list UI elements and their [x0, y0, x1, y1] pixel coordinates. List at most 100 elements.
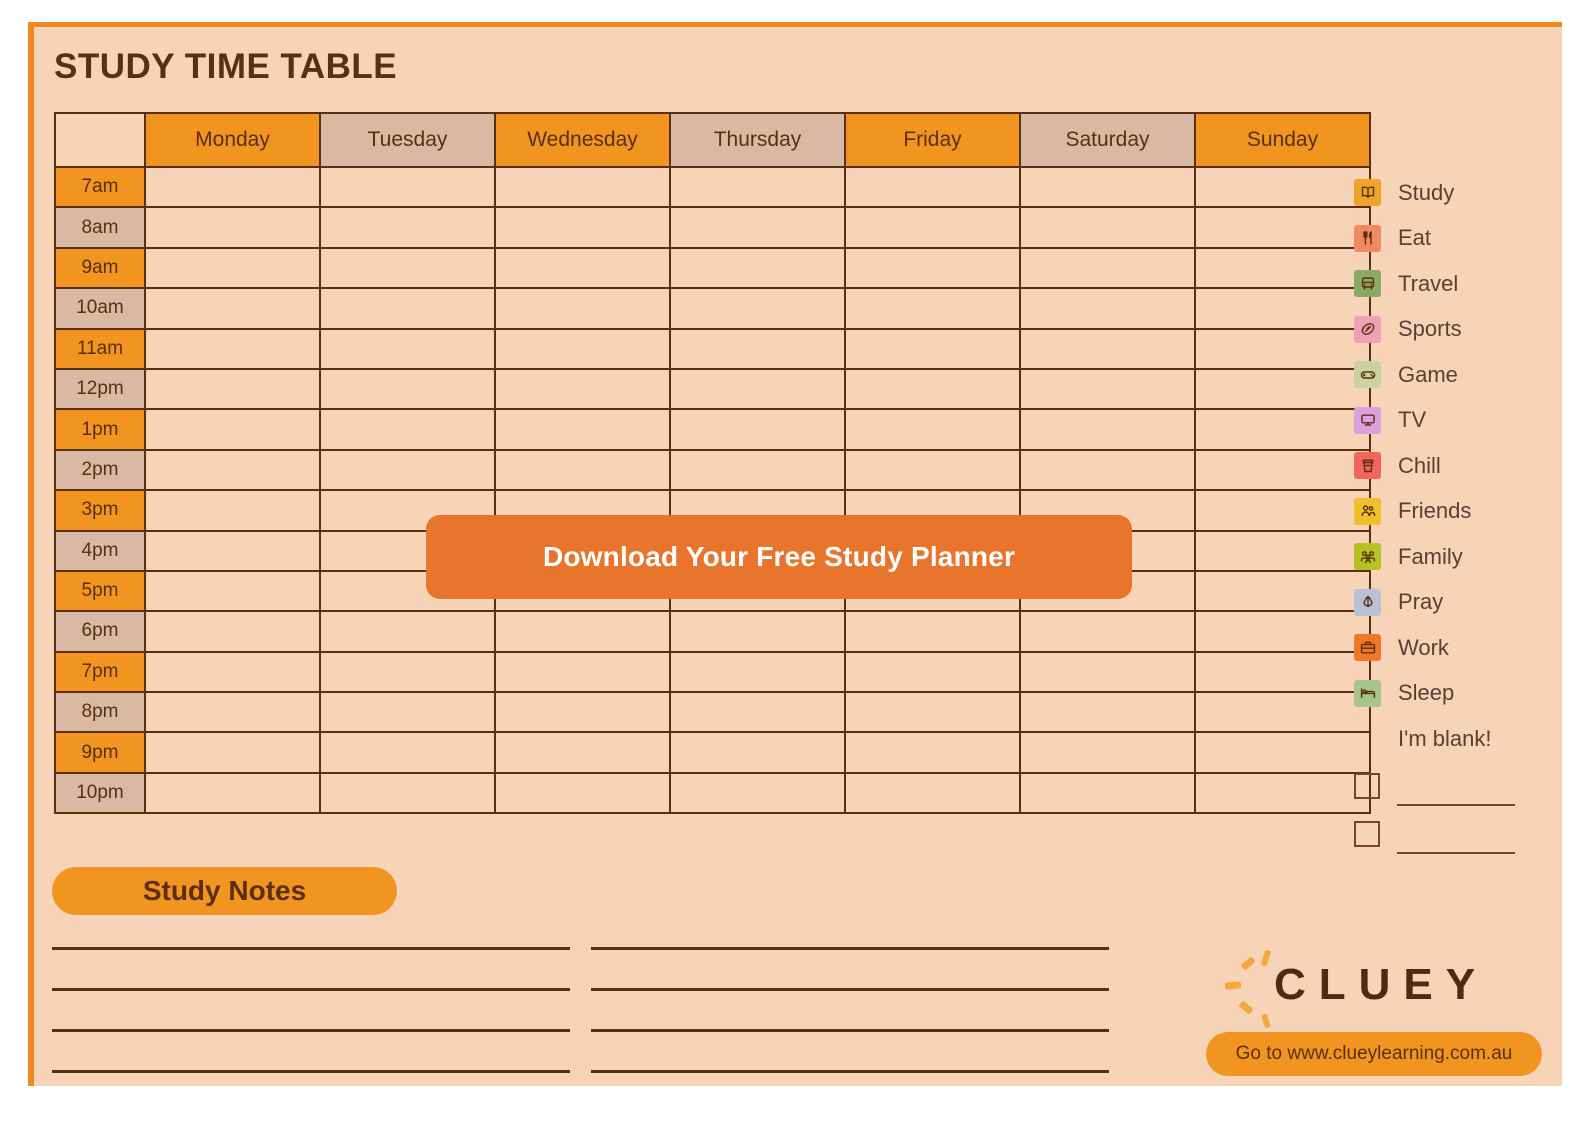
slot-cell-sunday-11am[interactable]	[1194, 327, 1371, 370]
slot-cell-monday-6pm[interactable]	[144, 610, 321, 653]
slot-cell-wednesday-6pm[interactable]	[494, 610, 671, 653]
slot-cell-monday-10pm[interactable]	[144, 771, 321, 815]
slot-cell-friday-12pm[interactable]	[844, 367, 1021, 411]
slot-cell-wednesday-9am[interactable]	[494, 246, 671, 290]
slot-cell-tuesday-9am[interactable]	[319, 246, 496, 290]
slot-cell-tuesday-2pm[interactable]	[319, 448, 496, 492]
slot-cell-saturday-1pm[interactable]	[1019, 408, 1196, 451]
slot-cell-wednesday-7am[interactable]	[494, 165, 671, 209]
slot-cell-monday-8am[interactable]	[144, 206, 321, 249]
slot-cell-saturday-7pm[interactable]	[1019, 650, 1196, 694]
slot-cell-monday-12pm[interactable]	[144, 367, 321, 411]
slot-cell-monday-3pm[interactable]	[144, 489, 321, 532]
slot-cell-friday-6pm[interactable]	[844, 610, 1021, 653]
study-note-line[interactable]	[52, 1029, 570, 1032]
slot-cell-tuesday-9pm[interactable]	[319, 731, 496, 774]
slot-cell-sunday-9pm[interactable]	[1194, 731, 1371, 774]
slot-cell-friday-11am[interactable]	[844, 327, 1021, 370]
slot-cell-thursday-2pm[interactable]	[669, 448, 846, 492]
slot-cell-thursday-10am[interactable]	[669, 287, 846, 330]
slot-cell-sunday-10pm[interactable]	[1194, 771, 1371, 815]
slot-cell-tuesday-1pm[interactable]	[319, 408, 496, 451]
slot-cell-monday-8pm[interactable]	[144, 691, 321, 734]
slot-cell-sunday-6pm[interactable]	[1194, 610, 1371, 653]
slot-cell-tuesday-8am[interactable]	[319, 206, 496, 249]
slot-cell-sunday-2pm[interactable]	[1194, 448, 1371, 492]
slot-cell-monday-7am[interactable]	[144, 165, 321, 209]
slot-cell-wednesday-1pm[interactable]	[494, 408, 671, 451]
slot-cell-monday-7pm[interactable]	[144, 650, 321, 694]
slot-cell-monday-9am[interactable]	[144, 246, 321, 290]
slot-cell-tuesday-10pm[interactable]	[319, 771, 496, 815]
study-note-line[interactable]	[591, 947, 1109, 950]
slot-cell-tuesday-10am[interactable]	[319, 287, 496, 330]
slot-cell-friday-10pm[interactable]	[844, 771, 1021, 815]
slot-cell-sunday-10am[interactable]	[1194, 287, 1371, 330]
slot-cell-wednesday-11am[interactable]	[494, 327, 671, 370]
slot-cell-sunday-7am[interactable]	[1194, 165, 1371, 209]
cluey-url-badge[interactable]: Go to www.clueylearning.com.au	[1206, 1032, 1542, 1076]
slot-cell-wednesday-10am[interactable]	[494, 287, 671, 330]
slot-cell-wednesday-7pm[interactable]	[494, 650, 671, 694]
slot-cell-thursday-12pm[interactable]	[669, 367, 846, 411]
slot-cell-wednesday-9pm[interactable]	[494, 731, 671, 774]
slot-cell-tuesday-12pm[interactable]	[319, 367, 496, 411]
slot-cell-wednesday-8am[interactable]	[494, 206, 671, 249]
study-note-line[interactable]	[591, 1029, 1109, 1032]
study-note-line[interactable]	[591, 1070, 1109, 1073]
slot-cell-tuesday-7pm[interactable]	[319, 650, 496, 694]
download-study-planner-button[interactable]: Download Your Free Study Planner	[426, 515, 1132, 599]
study-note-line[interactable]	[52, 1070, 570, 1073]
slot-cell-monday-11am[interactable]	[144, 327, 321, 370]
slot-cell-monday-2pm[interactable]	[144, 448, 321, 492]
slot-cell-friday-7pm[interactable]	[844, 650, 1021, 694]
slot-cell-thursday-7am[interactable]	[669, 165, 846, 209]
slot-cell-thursday-7pm[interactable]	[669, 650, 846, 694]
blank-checkbox[interactable]	[1354, 772, 1380, 799]
slot-cell-monday-1pm[interactable]	[144, 408, 321, 451]
slot-cell-tuesday-6pm[interactable]	[319, 610, 496, 653]
slot-cell-friday-9am[interactable]	[844, 246, 1021, 290]
blank-checkbox[interactable]	[1354, 820, 1380, 847]
slot-cell-monday-5pm[interactable]	[144, 569, 321, 613]
blank-write-in-line[interactable]	[1397, 803, 1515, 806]
slot-cell-thursday-11am[interactable]	[669, 327, 846, 370]
slot-cell-saturday-10am[interactable]	[1019, 287, 1196, 330]
study-note-line[interactable]	[52, 947, 570, 950]
slot-cell-saturday-2pm[interactable]	[1019, 448, 1196, 492]
slot-cell-sunday-9am[interactable]	[1194, 246, 1371, 290]
slot-cell-tuesday-8pm[interactable]	[319, 691, 496, 734]
slot-cell-sunday-4pm[interactable]	[1194, 529, 1371, 572]
slot-cell-friday-2pm[interactable]	[844, 448, 1021, 492]
slot-cell-saturday-12pm[interactable]	[1019, 367, 1196, 411]
slot-cell-monday-10am[interactable]	[144, 287, 321, 330]
study-note-line[interactable]	[52, 988, 570, 991]
slot-cell-wednesday-10pm[interactable]	[494, 771, 671, 815]
slot-cell-sunday-3pm[interactable]	[1194, 489, 1371, 532]
slot-cell-sunday-8am[interactable]	[1194, 206, 1371, 249]
slot-cell-wednesday-8pm[interactable]	[494, 691, 671, 734]
slot-cell-sunday-1pm[interactable]	[1194, 408, 1371, 451]
slot-cell-saturday-10pm[interactable]	[1019, 771, 1196, 815]
slot-cell-friday-1pm[interactable]	[844, 408, 1021, 451]
slot-cell-thursday-9pm[interactable]	[669, 731, 846, 774]
slot-cell-wednesday-12pm[interactable]	[494, 367, 671, 411]
blank-write-in-line[interactable]	[1397, 851, 1515, 854]
slot-cell-sunday-5pm[interactable]	[1194, 569, 1371, 613]
slot-cell-thursday-10pm[interactable]	[669, 771, 846, 815]
slot-cell-saturday-6pm[interactable]	[1019, 610, 1196, 653]
slot-cell-saturday-9pm[interactable]	[1019, 731, 1196, 774]
slot-cell-sunday-7pm[interactable]	[1194, 650, 1371, 694]
slot-cell-friday-8pm[interactable]	[844, 691, 1021, 734]
slot-cell-saturday-7am[interactable]	[1019, 165, 1196, 209]
slot-cell-thursday-8am[interactable]	[669, 206, 846, 249]
study-note-line[interactable]	[591, 988, 1109, 991]
slot-cell-tuesday-11am[interactable]	[319, 327, 496, 370]
slot-cell-thursday-8pm[interactable]	[669, 691, 846, 734]
slot-cell-saturday-8pm[interactable]	[1019, 691, 1196, 734]
slot-cell-wednesday-2pm[interactable]	[494, 448, 671, 492]
slot-cell-saturday-9am[interactable]	[1019, 246, 1196, 290]
slot-cell-monday-9pm[interactable]	[144, 731, 321, 774]
slot-cell-friday-10am[interactable]	[844, 287, 1021, 330]
slot-cell-friday-7am[interactable]	[844, 165, 1021, 209]
